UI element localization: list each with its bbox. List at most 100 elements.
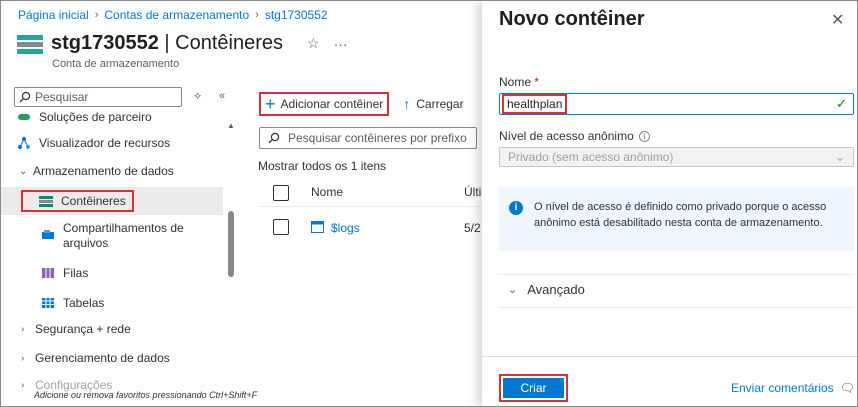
resource-menu: Soluções de parceiro Visualizador de rec… (1, 105, 231, 406)
required-mark: * (534, 75, 540, 89)
add-container-button[interactable]: + Adicionar contêiner (259, 92, 390, 116)
resource-name: stg1730552 (51, 32, 159, 54)
chevron-down-icon: ⌄ (19, 165, 28, 177)
send-feedback-link[interactable]: Enviar comentários 🗨 (731, 381, 855, 395)
partner-icon (17, 110, 31, 124)
advanced-section-toggle[interactable]: ⌄ Avançado (508, 282, 585, 297)
page-title: stg1730552 | Contêineres (51, 32, 283, 55)
chevron-right-icon: › (94, 9, 99, 21)
more-options-icon[interactable]: ··· (334, 36, 348, 52)
nav-item-resource-visualizer[interactable]: Visualizador de recursos (1, 129, 223, 157)
expand-collapse-icon[interactable]: ⟡ (194, 90, 201, 103)
nav-item-label: Tabelas (63, 296, 105, 310)
storage-account-icon (17, 34, 43, 54)
upload-label: Carregar (416, 97, 464, 111)
container-icon (311, 221, 324, 236)
info-message-bar: i O nível de acesso é definido como priv… (499, 187, 854, 251)
nav-search-input[interactable]: Pesquisar (14, 87, 182, 107)
nav-item-label: Contêineres (61, 194, 126, 208)
close-icon[interactable]: ✕ (831, 10, 844, 30)
info-icon[interactable]: i (638, 131, 650, 143)
favorite-star-icon[interactable]: ☆ (307, 35, 320, 52)
upload-icon: ↑ (403, 96, 411, 112)
breadcrumb-account[interactable]: stg1730552 (265, 8, 328, 22)
nav-group-data-storage[interactable]: ⌄ Armazenamento de dados (1, 157, 223, 185)
search-icon (19, 91, 31, 103)
feedback-label: Enviar comentários (731, 381, 834, 395)
row-checkbox[interactable] (273, 219, 289, 235)
container-name-value: healthplan (502, 94, 568, 114)
resource-visualizer-icon (17, 136, 31, 150)
nav-item-file-shares[interactable]: Compartilhamentos de arquivos (1, 221, 223, 255)
file-shares-icon (41, 227, 55, 241)
nav-item-label: Gerenciamento de dados (35, 351, 170, 365)
scroll-up-icon[interactable]: ▲ (227, 121, 235, 130)
create-button[interactable]: Criar (503, 378, 564, 398)
access-level-dropdown[interactable]: Privado (sem acesso anônimo) ⌄ (499, 147, 854, 167)
tables-icon (41, 296, 55, 310)
panel-title: Novo contêiner (499, 8, 645, 30)
checkmark-icon: ✓ (836, 96, 847, 111)
nav-item-tables[interactable]: Tabelas (1, 289, 223, 317)
info-icon: i (509, 201, 523, 215)
storage-account-blade: Página inicial › Contas de armazenamento… (1, 1, 481, 406)
select-all-checkbox[interactable] (273, 185, 289, 201)
access-level-label-text: Nível de acesso anônimo (499, 129, 634, 143)
add-container-label: Adicionar contêiner (280, 97, 384, 111)
portal-window: Página inicial › Contas de armazenamento… (0, 0, 858, 407)
chevron-right-icon: › (255, 9, 259, 21)
nav-item-label: Soluções de parceiro (39, 110, 152, 124)
container-modified: 5/2 (464, 221, 481, 235)
plus-icon: + (265, 94, 276, 114)
container-name-link[interactable]: $logs (331, 221, 360, 235)
new-container-panel: Novo contêiner ✕ Nome * healthplan ✓ Nív… (482, 1, 857, 406)
nav-group-security-network[interactable]: › Segurança + rede (1, 315, 223, 343)
create-button-highlight: Criar (499, 374, 568, 402)
container-search-input[interactable]: Pesquisar contêineres por prefixo (259, 127, 477, 149)
name-label-text: Nome (499, 75, 532, 89)
upload-button[interactable]: ↑ Carregar (399, 92, 467, 116)
search-icon (268, 132, 280, 144)
nav-item-label: Filas (63, 266, 89, 280)
advanced-label: Avançado (527, 282, 585, 297)
containers-icon (39, 194, 53, 208)
queues-icon (41, 266, 55, 280)
chevron-right-icon: › (21, 379, 25, 391)
nav-item-label: Segurança + rede (35, 322, 131, 336)
breadcrumb-storage-accounts[interactable]: Contas de armazenamento (104, 8, 249, 22)
nav-group-data-management[interactable]: › Gerenciamento de dados (1, 344, 223, 372)
collapse-menu-icon[interactable]: « (219, 90, 225, 102)
chevron-right-icon: › (21, 352, 25, 364)
containers-highlight: Contêineres (21, 190, 134, 212)
divider (499, 274, 854, 275)
access-level-label: Nível de acesso anônimo i (499, 129, 650, 143)
column-modified-header[interactable]: Últi (464, 185, 481, 199)
command-bar: + Adicionar contêiner ↑ Carregar (259, 92, 468, 116)
nav-scrollbar-thumb[interactable] (228, 211, 234, 277)
name-label: Nome * (499, 75, 539, 89)
nav-item-label: Visualizador de recursos (39, 136, 171, 150)
page-header: stg1730552 | Contêineres ☆ ··· (17, 32, 348, 55)
page-section-title: | Contêineres (158, 32, 284, 54)
panel-footer: Criar Enviar comentários 🗨 (482, 356, 857, 406)
favorites-hint: Adicione ou remova favoritos pressionand… (34, 390, 258, 400)
grid-header: Nome Últi (259, 179, 481, 207)
feedback-icon: 🗨 (839, 381, 855, 395)
nav-item-partner-solutions[interactable]: Soluções de parceiro (1, 105, 223, 131)
table-row: $logs 5/2 (259, 213, 481, 241)
breadcrumb-home[interactable]: Página inicial (18, 8, 89, 22)
nav-item-queues[interactable]: Filas (1, 259, 223, 287)
breadcrumb: Página inicial › Contas de armazenamento… (18, 8, 328, 22)
chevron-down-icon: ⌄ (834, 150, 845, 164)
chevron-right-icon: › (21, 323, 25, 335)
chevron-down-icon: ⌄ (508, 284, 518, 296)
item-count-text: Mostrar todos os 1 itens (258, 159, 387, 173)
resource-type-subtitle: Conta de armazenamento (52, 58, 180, 70)
nav-item-containers[interactable]: Contêineres (1, 187, 223, 215)
column-name-header[interactable]: Nome (311, 185, 343, 199)
divider (499, 307, 854, 308)
container-name-input[interactable]: healthplan ✓ (499, 93, 854, 115)
nav-search-placeholder: Pesquisar (35, 90, 89, 104)
access-level-value: Privado (sem acesso anônimo) (508, 150, 674, 164)
nav-item-label: Compartilhamentos de arquivos (63, 221, 184, 250)
